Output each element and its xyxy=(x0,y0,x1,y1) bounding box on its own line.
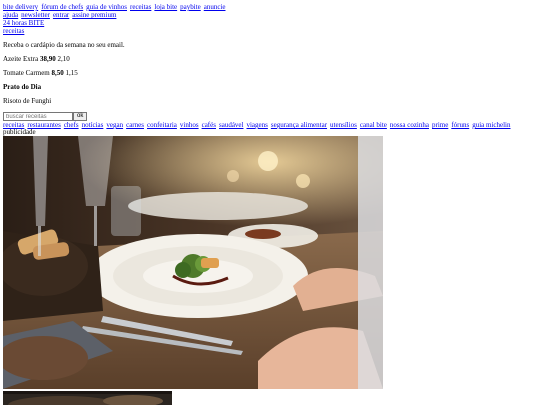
search-form: ok xyxy=(3,112,88,121)
category-link[interactable]: chefs xyxy=(64,121,79,129)
recipes-link-row: receitas xyxy=(3,27,27,35)
ad-label: publicidade xyxy=(3,128,36,136)
quote-row: Azeite Extra 38,90 2,10 xyxy=(3,55,70,63)
quote-name: Azeite Extra xyxy=(3,55,39,63)
sub-nav: ajuda newsletter entrar assine premium xyxy=(3,11,119,19)
category-link[interactable]: viagens xyxy=(246,121,267,129)
category-link[interactable]: utensílios xyxy=(330,121,357,129)
top-nav: bite delivery fórum de chefs guia de vinho… xyxy=(3,3,229,11)
food-thumbnail-photo xyxy=(3,391,172,405)
hero-image[interactable] xyxy=(3,136,383,389)
category-link[interactable]: vegan xyxy=(106,121,123,129)
thumbnail-image[interactable] xyxy=(3,391,172,405)
dish-of-day-name: Risoto de Funghi xyxy=(3,97,52,105)
nav-link-assine-premium[interactable]: assine premium xyxy=(72,11,116,19)
category-link[interactable]: prime xyxy=(432,121,448,129)
nav-link-paybite[interactable]: paybite xyxy=(180,3,201,11)
quote-change: 2,10 xyxy=(57,55,70,63)
news-link-row: 24 horas BITE xyxy=(3,19,47,27)
quote-row: Tomate Carmem 8,50 1,15 xyxy=(3,69,78,77)
category-link[interactable]: saudável xyxy=(219,121,244,129)
quote-change: 1,15 xyxy=(65,69,78,77)
category-link[interactable]: confeitaria xyxy=(147,121,177,129)
nav-link-forum-de-chefs[interactable]: fórum de chefs xyxy=(41,3,83,11)
nav-link-ajuda[interactable]: ajuda xyxy=(3,11,18,19)
search-button[interactable]: ok xyxy=(73,112,88,121)
category-link[interactable]: segurança alimentar xyxy=(271,121,327,129)
quote-price: 8,50 xyxy=(51,69,64,77)
category-link[interactable]: guia michelin xyxy=(472,121,510,129)
nav-link-guia-de-vinhos[interactable]: guia de vinhos xyxy=(86,3,127,11)
category-link[interactable]: vinhos xyxy=(180,121,199,129)
category-link[interactable]: canal bite xyxy=(360,121,387,129)
category-link[interactable]: fóruns xyxy=(451,121,469,129)
category-nav: receitas restaurantes chefs notícias vegan ca… xyxy=(3,121,514,129)
category-link[interactable]: carnes xyxy=(126,121,144,129)
quote-name: Tomate Carmem xyxy=(3,69,50,77)
quote-price: 38,90 xyxy=(39,55,56,63)
nav-link-bite-delivery[interactable]: bite delivery xyxy=(3,3,38,11)
category-link[interactable]: nossa cozinha xyxy=(390,121,429,129)
nav-link-loja-bite[interactable]: loja bite xyxy=(154,3,177,11)
category-link[interactable]: notícias xyxy=(82,121,104,129)
restaurant-table-photo xyxy=(3,136,383,389)
nav-link-receitas[interactable]: receitas xyxy=(130,3,151,11)
nav-link-newsletter[interactable]: newsletter xyxy=(21,11,50,19)
news-link[interactable]: 24 horas BITE xyxy=(3,19,44,27)
dish-of-day-title: Prato do Dia xyxy=(3,83,42,91)
nav-link-anuncie[interactable]: anuncie xyxy=(204,3,226,11)
newsletter-text: Receba o cardápio da semana no seu email… xyxy=(3,41,125,49)
category-link[interactable]: cafés xyxy=(202,121,216,129)
recipes-link[interactable]: receitas xyxy=(3,27,24,35)
nav-link-entrar[interactable]: entrar xyxy=(53,11,69,19)
search-input[interactable] xyxy=(3,112,73,121)
